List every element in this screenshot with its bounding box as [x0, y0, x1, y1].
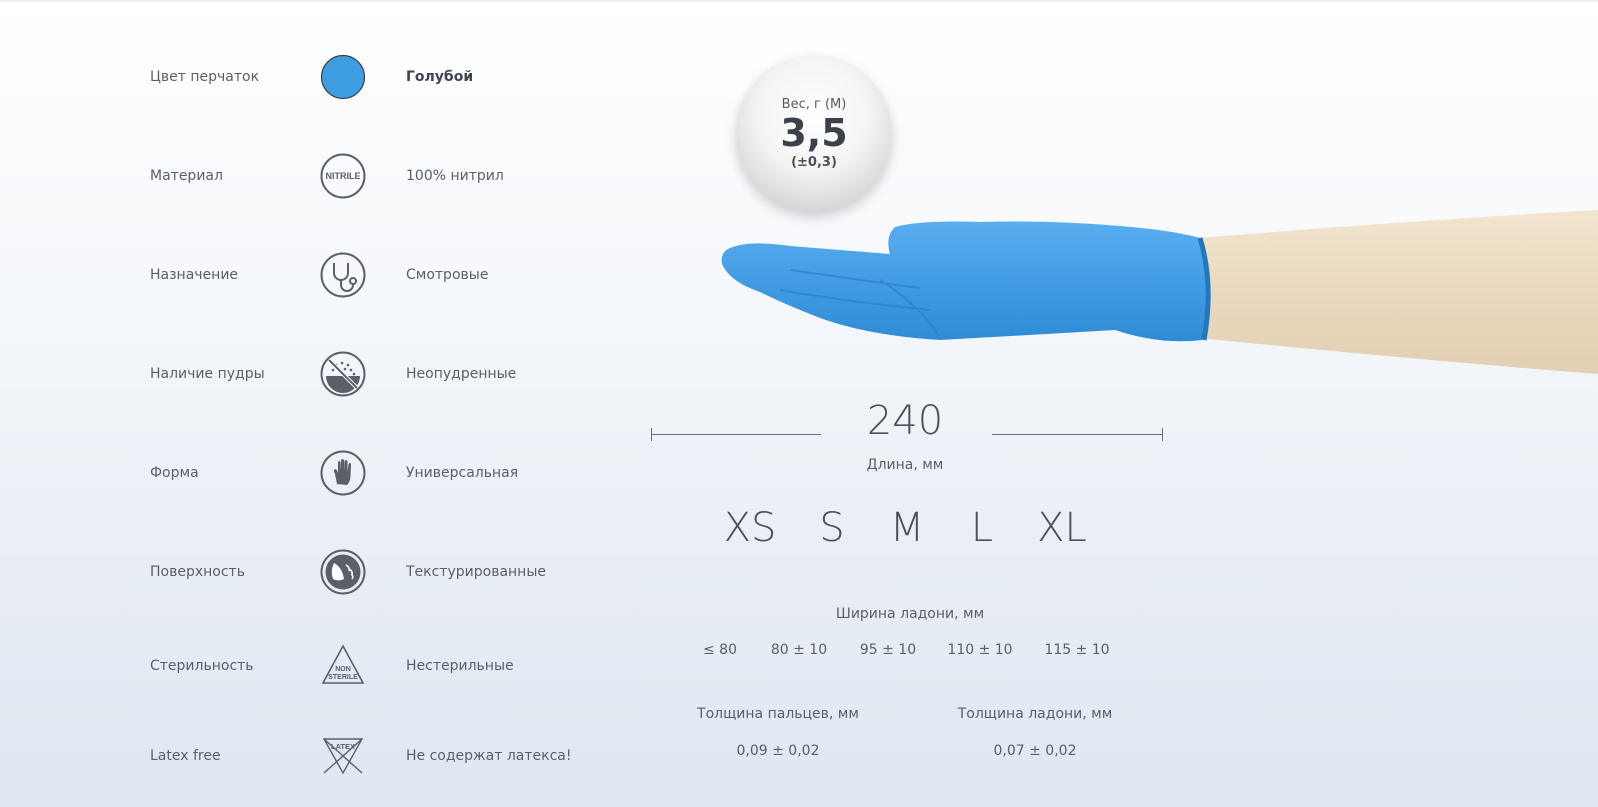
spec-label: Материал	[150, 168, 223, 184]
spec-value: Не содержат латекса!	[406, 748, 572, 764]
spec-value: Текстурированные	[406, 564, 546, 580]
palm-thickness-value: 0,07 ± 0,02	[993, 743, 1077, 759]
latex-icon-text: LATEX	[331, 742, 355, 751]
spec-row-shape: Форма Универсальная	[0, 443, 620, 503]
non-sterile-icon: NON STERILE	[320, 643, 366, 689]
finger-thickness-value: 0,09 ± 0,02	[736, 743, 820, 759]
spec-label: Цвет перчаток	[150, 69, 260, 85]
spec-value: 100% нитрил	[406, 168, 504, 184]
size-xl: XL	[1037, 505, 1087, 551]
palm-thickness-title: Толщина ладони, мм	[957, 706, 1113, 722]
weight-label: Вес, г (М)	[781, 97, 847, 112]
latex-free-icon: LATEX	[320, 733, 366, 779]
spec-row-color: Цвет перчаток Голубой	[0, 47, 620, 107]
finger-thickness-title: Толщина пальцев, мм	[697, 706, 859, 722]
spec-row-surface: Поверхность Текстурированные	[0, 542, 620, 602]
color-swatch-icon	[320, 54, 366, 100]
spec-label: Стерильность	[150, 658, 254, 674]
spec-value: Неопудренные	[406, 366, 517, 382]
spec-row-purpose: Назначение Смотровые	[0, 245, 620, 305]
spec-row-material: Материал NITRILE 100% нитрил	[0, 146, 620, 206]
length-value: 240	[866, 398, 944, 444]
weight-ball: Вес, г (М) 3,5 (±0,3)	[736, 55, 892, 211]
size-m: M	[889, 505, 925, 551]
palm-width-value: 110 ± 10	[947, 642, 1013, 658]
powder-free-icon	[320, 351, 366, 397]
length-label: Длина, мм	[866, 457, 944, 473]
spec-row-powder: Наличие пудры Неопудренные	[0, 344, 620, 404]
spec-label: Назначение	[150, 267, 239, 283]
spec-label: Поверхность	[150, 564, 245, 580]
palm-width-value: 80 ± 10	[770, 642, 828, 658]
size-s: S	[819, 505, 845, 551]
weight-tolerance: (±0,3)	[791, 155, 837, 170]
spec-value: Нестерильные	[406, 658, 514, 674]
weight-value: 3,5	[780, 111, 848, 155]
nitrile-icon-text: NITRILE	[326, 171, 361, 181]
length-cap-left	[651, 428, 652, 441]
spec-label: Наличие пудры	[150, 366, 265, 382]
stethoscope-icon	[320, 252, 366, 298]
length-line-right	[992, 434, 1162, 435]
spec-value: Смотровые	[406, 267, 489, 283]
glove-on-hand-image	[720, 210, 1598, 380]
top-divider	[0, 0, 1598, 2]
spec-label: Форма	[150, 465, 199, 481]
size-l: L	[970, 505, 994, 551]
non-sterile-text-1: NON	[335, 666, 351, 673]
non-sterile-text-2: STERILE	[328, 674, 358, 681]
spec-value: Универсальная	[406, 465, 519, 481]
spec-label: Latex free	[150, 748, 221, 764]
size-xs: XS	[723, 505, 777, 551]
hand-icon	[320, 450, 366, 496]
palm-width-value: 115 ± 10	[1044, 642, 1110, 658]
spec-row-latex: Latex free LATEX Не содержат латекса!	[0, 726, 620, 786]
nitrile-icon: NITRILE	[320, 153, 366, 199]
texture-icon	[320, 549, 366, 595]
palm-width-title: Ширина ладони, мм	[835, 606, 985, 622]
spec-row-sterility: Стерильность NON STERILE Нестерильные	[0, 636, 620, 696]
length-cap-right	[1162, 428, 1163, 441]
palm-width-value: 95 ± 10	[859, 642, 917, 658]
length-line-left	[651, 434, 821, 435]
spec-value: Голубой	[406, 69, 474, 85]
